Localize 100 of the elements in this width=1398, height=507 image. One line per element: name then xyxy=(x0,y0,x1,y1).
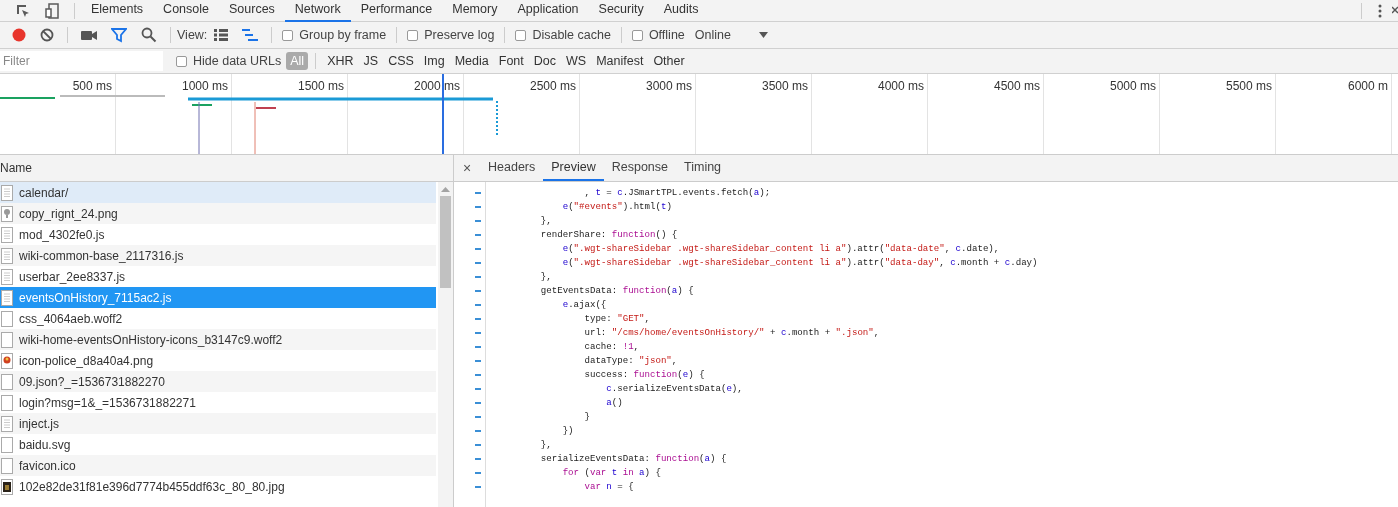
code-line: serializeEventsData: function(a) { xyxy=(539,452,727,466)
inspect-icon[interactable] xyxy=(15,2,31,19)
checkbox-label: Group by frame xyxy=(299,28,387,42)
fold-marker-icon xyxy=(475,332,481,334)
more-icon[interactable] xyxy=(1378,3,1382,18)
time-tick: 6000 m xyxy=(1347,79,1388,93)
waterfall-icon[interactable] xyxy=(242,29,259,41)
request-row[interactable]: copy_rignt_24.png xyxy=(0,203,436,224)
camera-icon[interactable] xyxy=(81,29,97,41)
code-line: , t = c.JSmartTPL.events.fetch(a); xyxy=(583,186,771,200)
code-line: type: "GET", xyxy=(583,312,650,326)
filter-icon[interactable] xyxy=(111,27,127,43)
checkbox[interactable] xyxy=(407,29,419,41)
scroll-thumb[interactable] xyxy=(440,196,451,288)
code-line: for (var t in a) { xyxy=(561,466,661,480)
code-line: e(".wgt-shareSidebar .wgt-shareSidebar_content li a").attr("data-date", c.date), xyxy=(561,242,1000,256)
clear-icon[interactable] xyxy=(40,28,54,42)
checkbox-label: Preserve log xyxy=(424,28,495,42)
request-row[interactable]: calendar/ xyxy=(0,182,436,203)
file-icon xyxy=(1,436,13,453)
panel-tab[interactable]: Console xyxy=(153,0,219,22)
type-filter[interactable]: Media xyxy=(450,52,493,70)
fold-marker-icon xyxy=(475,206,481,208)
file-icon xyxy=(1,457,13,474)
scroll-up-icon[interactable] xyxy=(441,187,450,192)
image-file-icon xyxy=(1,478,13,495)
type-filter[interactable]: CSS xyxy=(384,52,418,70)
code-line: cache: !1, xyxy=(583,340,640,354)
fold-marker-icon xyxy=(475,430,481,432)
panel-tab[interactable]: Audits xyxy=(653,0,709,22)
request-row[interactable]: 09.json?_=1536731882270 xyxy=(0,371,436,392)
image-file-icon xyxy=(1,352,13,369)
code-line: }) xyxy=(561,424,574,438)
type-filter[interactable]: WS xyxy=(562,52,591,70)
request-row[interactable]: wiki-common-base_2117316.js xyxy=(0,245,436,266)
fold-marker-icon xyxy=(475,276,481,278)
detail-tab[interactable]: Headers xyxy=(480,155,544,181)
fold-marker-icon xyxy=(475,318,481,320)
dropdown-caret-icon xyxy=(758,32,768,38)
record-icon[interactable] xyxy=(12,28,26,42)
large-rows-icon[interactable] xyxy=(214,29,229,41)
code-line: e(".wgt-shareSidebar .wgt-shareSidebar_content li a").attr("data-day", c.month + c.day) xyxy=(561,256,1038,270)
document-icon xyxy=(1,415,13,432)
time-tick: 5000 ms xyxy=(1109,79,1156,93)
type-filter[interactable]: Font xyxy=(494,52,528,70)
scrollbar[interactable] xyxy=(438,182,453,507)
search-icon[interactable] xyxy=(141,27,157,43)
time-tick: 3000 ms xyxy=(645,79,692,93)
document-icon xyxy=(1,184,13,201)
type-filter[interactable]: Img xyxy=(419,52,449,70)
time-tick: 2000 ms xyxy=(413,79,460,93)
fold-marker-icon xyxy=(475,290,481,292)
checkbox[interactable] xyxy=(631,29,643,41)
file-icon xyxy=(1,310,13,327)
checkbox[interactable] xyxy=(176,55,187,67)
panel-tab[interactable]: Memory xyxy=(442,0,508,22)
code-line: var n = { xyxy=(583,480,634,494)
code-line: } xyxy=(583,410,590,424)
panel-tab[interactable]: Application xyxy=(507,0,589,22)
fold-marker-icon xyxy=(475,416,481,418)
image-file-icon xyxy=(1,205,13,222)
code-line: success: function(e) { xyxy=(583,368,705,382)
column-header[interactable]: Name xyxy=(0,155,453,182)
checkbox-label: Disable cache xyxy=(532,28,611,42)
code-line: }, xyxy=(539,438,552,452)
panel-tab[interactable]: Performance xyxy=(350,0,443,22)
fold-marker-icon xyxy=(475,234,481,236)
device-icon[interactable] xyxy=(45,2,61,19)
fold-marker-icon xyxy=(475,220,481,222)
request-row[interactable]: wiki-home-eventsOnHistory-icons_b3147c9.woff2 xyxy=(0,329,436,350)
type-filter[interactable]: Manifest xyxy=(592,52,648,70)
request-row[interactable]: inject.js xyxy=(0,413,436,434)
code-line: }, xyxy=(539,214,552,228)
time-tick: 3500 ms xyxy=(761,79,808,93)
code-line: }, xyxy=(539,270,552,284)
time-tick: 2500 ms xyxy=(529,79,576,93)
fold-marker-icon xyxy=(475,388,481,390)
detail-tab[interactable]: Preview xyxy=(543,155,604,181)
detail-tab[interactable]: Timing xyxy=(676,155,730,181)
type-filter[interactable]: JS xyxy=(359,52,383,70)
close-button[interactable]: × xyxy=(454,155,480,181)
panel-tab[interactable]: Elements xyxy=(81,0,154,22)
code-line: a() xyxy=(605,396,623,410)
throttling-dropdown[interactable]: Online xyxy=(694,28,768,42)
checkbox-label: Hide data URLs xyxy=(193,54,282,68)
filter-field[interactable]: Filter xyxy=(0,51,163,71)
view-label: View: xyxy=(177,28,208,42)
type-filter[interactable]: Other xyxy=(649,52,689,70)
checkbox[interactable] xyxy=(282,29,294,41)
request-row[interactable]: favicon.ico xyxy=(0,455,436,476)
type-filter[interactable]: XHR xyxy=(323,52,358,70)
time-tick: 4500 ms xyxy=(993,79,1040,93)
fold-marker-icon xyxy=(475,458,481,460)
panel-tab[interactable]: Security xyxy=(588,0,654,22)
code-line: c.serializeEventsData(e), xyxy=(605,382,743,396)
panel-tab[interactable]: Sources xyxy=(219,0,285,22)
checkbox[interactable] xyxy=(515,29,527,41)
time-tick: 4000 ms xyxy=(877,79,924,93)
detail-tab[interactable]: Response xyxy=(603,155,676,181)
type-filter[interactable]: Doc xyxy=(529,52,560,70)
